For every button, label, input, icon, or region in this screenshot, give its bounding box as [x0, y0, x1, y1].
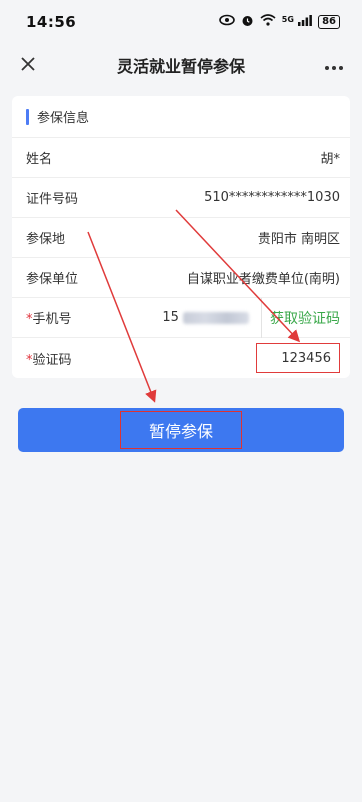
- row-label: 姓名: [26, 152, 53, 167]
- get-code-button[interactable]: 获取验证码: [270, 308, 350, 328]
- row-label: 参保单位: [26, 272, 79, 287]
- vertical-divider: [261, 297, 262, 338]
- suspend-insurance-label: 暂停参保: [119, 411, 242, 449]
- section-header: 参保信息: [12, 96, 350, 138]
- phone-prefix: 15: [162, 310, 179, 325]
- phone-blurred-digits: [183, 311, 249, 324]
- row-label: 证件号码: [26, 192, 79, 207]
- status-bar: 14:56 5G 86: [0, 0, 362, 44]
- row-value: 自谋职业者缴费单位(南明): [186, 272, 340, 287]
- status-icons: 5G 86: [218, 14, 340, 31]
- captcha-input[interactable]: 123456: [256, 343, 340, 373]
- row-captcha: *验证码 123456: [12, 338, 350, 378]
- wifi-icon: [260, 14, 276, 30]
- suspend-insurance-button[interactable]: 暂停参保: [18, 408, 344, 452]
- status-time: 14:56: [26, 13, 77, 31]
- alarm-icon: [241, 14, 254, 31]
- captcha-label: *验证码: [26, 349, 72, 368]
- phone-label: *手机号: [26, 308, 72, 327]
- submit-wrap: 暂停参保: [18, 408, 344, 452]
- network-type: 5G: [281, 14, 294, 24]
- row-phone: *手机号 15 获取验证码: [12, 297, 350, 338]
- row-insured-place: 参保地 贵阳市 南明区: [12, 218, 350, 258]
- captcha-label-text: 验证码: [32, 352, 72, 368]
- insurance-info-card: 参保信息 姓名 胡* 证件号码 510************1030 参保地 …: [12, 96, 350, 378]
- row-name: 姓名 胡*: [12, 138, 350, 178]
- page-title: 灵活就业暂停参保: [116, 57, 245, 76]
- eye-icon: [218, 14, 235, 30]
- section-title: 参保信息: [37, 111, 90, 126]
- phone-label-text: 手机号: [32, 312, 72, 327]
- row-label: 参保地: [26, 232, 66, 247]
- battery-icon: 86: [318, 15, 340, 29]
- row-value: 510************1030: [204, 190, 340, 205]
- nav-bar: 灵活就业暂停参保: [0, 44, 362, 86]
- signal-icon: 5G: [281, 14, 312, 30]
- row-value: 胡*: [320, 152, 340, 167]
- phone-field[interactable]: 15: [162, 310, 249, 325]
- row-insured-unit: 参保单位 自谋职业者缴费单位(南明): [12, 258, 350, 298]
- row-value: 贵阳市 南明区: [257, 232, 340, 247]
- more-icon[interactable]: [320, 55, 348, 76]
- section-accent-bar: [26, 108, 29, 125]
- phone-field-group: 15 获取验证码: [162, 297, 350, 338]
- row-id-number: 证件号码 510************1030: [12, 178, 350, 218]
- close-icon[interactable]: [14, 53, 42, 77]
